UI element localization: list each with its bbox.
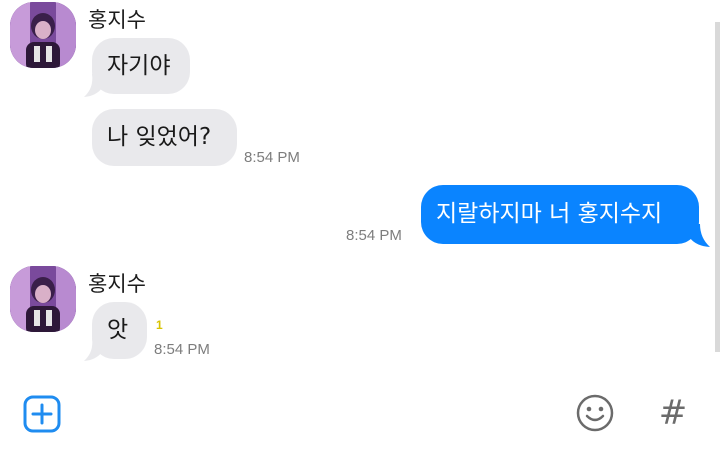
emoji-button[interactable] [574,392,616,434]
smiley-icon [576,394,614,432]
message-bubble[interactable]: 자기야 [92,38,190,94]
message-bubble[interactable]: 앗 [92,302,147,359]
bubble-tail [690,224,710,247]
message-time: 8:54 PM [346,227,402,244]
chat-area[interactable]: 홍지수 자기야 나 잊었어? 8:54 PM 지랄하지마 너 홍지수지 8:54… [0,0,720,372]
composer-bar: # [0,372,720,454]
avatar[interactable] [10,266,76,332]
sender-name: 홍지수 [88,8,146,32]
message-bubble[interactable]: 나 잊었어? [92,109,237,166]
message-bubble[interactable]: 지랄하지마 너 홍지수지 [421,185,699,244]
message-time: 8:54 PM [154,341,210,358]
avatar-photo [10,266,76,332]
scrollbar[interactable] [715,22,720,352]
hashtag-button[interactable]: # [652,392,694,434]
hashtag-icon: # [658,393,688,433]
plus-square-icon [23,395,61,433]
unread-count: 1 [156,318,163,332]
sender-name: 홍지수 [88,272,146,296]
avatar-photo [10,2,76,68]
add-button[interactable] [22,394,62,434]
message-time: 8:54 PM [244,149,300,166]
avatar[interactable] [10,2,76,68]
